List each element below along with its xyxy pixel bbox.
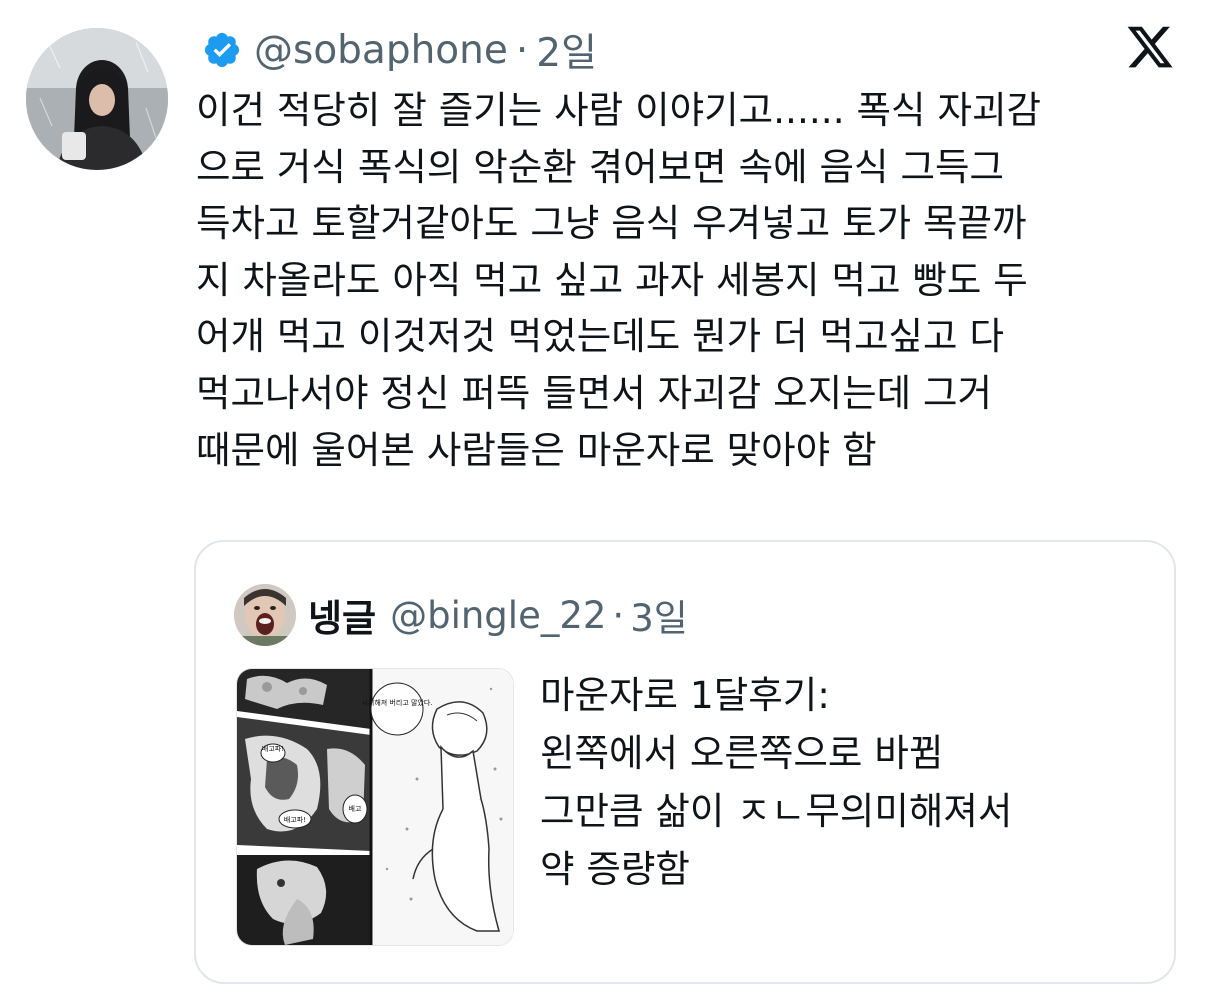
quoted-tweet-header: 넹글 @bingle_22 · 3일 (308, 586, 688, 644)
x-logo-icon (1127, 26, 1173, 68)
tweet-timestamp[interactable]: 2일 (536, 22, 597, 78)
quoted-avatar-image (234, 584, 296, 646)
header-separator: · (515, 27, 529, 73)
speech-bubble-text: 배고 (349, 804, 362, 813)
tweet-text-line: 지 차올라도 아직 먹고 싶고 과자 세봉지 먹고 빵도 두 (196, 257, 1028, 302)
quoted-tweet-text: 마운자로 1달후기: 왼쪽에서 오른쪽으로 바뀜 그만큼 삶이 ㅈㄴ무의미해져서… (540, 666, 1140, 898)
quoted-author-name[interactable]: 넹글 (308, 588, 376, 642)
tweet-text-line: 이건 적당히 잘 즐기는 사람 이야기고...... 폭식 자괴감 (196, 88, 1041, 132)
speech-bubble-text: 배고파! (262, 744, 284, 753)
speech-bubble-text: 배고파! (284, 815, 306, 824)
quoted-tweet-timestamp[interactable]: 3일 (630, 588, 688, 642)
author-avatar-image (26, 28, 168, 170)
quoted-tweet-card[interactable]: 넹글 @bingle_22 · 3일 배고파! 배고파! 배고 시시해져 버리고… (194, 540, 1176, 984)
quoted-text-line: 왼쪽에서 오른쪽으로 바뀜 (540, 731, 944, 775)
tweet-text-line: 어개 먹고 이것저것 먹었는데도 뭔가 더 먹고싶고 다 (196, 314, 1004, 359)
tweet-text-line: 때문에 울어본 사람들은 마운자로 맞아야 함 (196, 427, 877, 472)
tweet-text: 이건 적당히 잘 즐기는 사람 이야기고...... 폭식 자괴감 으로 거식 … (196, 82, 1176, 478)
quoted-text-line: 마운자로 1달후기: (540, 673, 830, 717)
tweet-text-line: 으로 거식 폭식의 악순환 겪어보면 속에 음식 그득그 (196, 144, 1004, 189)
verified-badge-icon (204, 32, 240, 68)
quoted-author-handle[interactable]: @bingle_22 (390, 594, 606, 637)
author-handle[interactable]: @sobaphone (254, 28, 508, 73)
quoted-media-thumbnail[interactable]: 배고파! 배고파! 배고 시시해져 버리고 말았다. (236, 668, 514, 946)
tweet-header: @sobaphone · 2일 (202, 22, 597, 78)
manga-comparison-image: 배고파! 배고파! 배고 시시해져 버리고 말았다. (237, 669, 513, 945)
quoted-author-avatar[interactable] (234, 584, 296, 646)
author-avatar[interactable] (26, 28, 168, 170)
tweet-text-line: 먹고나서야 정신 퍼뜩 들면서 자괴감 오지는데 그거 (196, 370, 993, 415)
quoted-text-line: 그만큼 삶이 ㅈㄴ무의미해져서 (540, 789, 1013, 833)
quoted-header-separator: · (612, 593, 625, 637)
speech-bubble-text: 시시해져 버리고 말았다. (361, 698, 432, 707)
quoted-text-line: 약 증량함 (540, 847, 690, 891)
tweet-text-line: 득차고 토할거같아도 그냥 음식 우겨넣고 토가 목끝까 (196, 201, 1027, 246)
